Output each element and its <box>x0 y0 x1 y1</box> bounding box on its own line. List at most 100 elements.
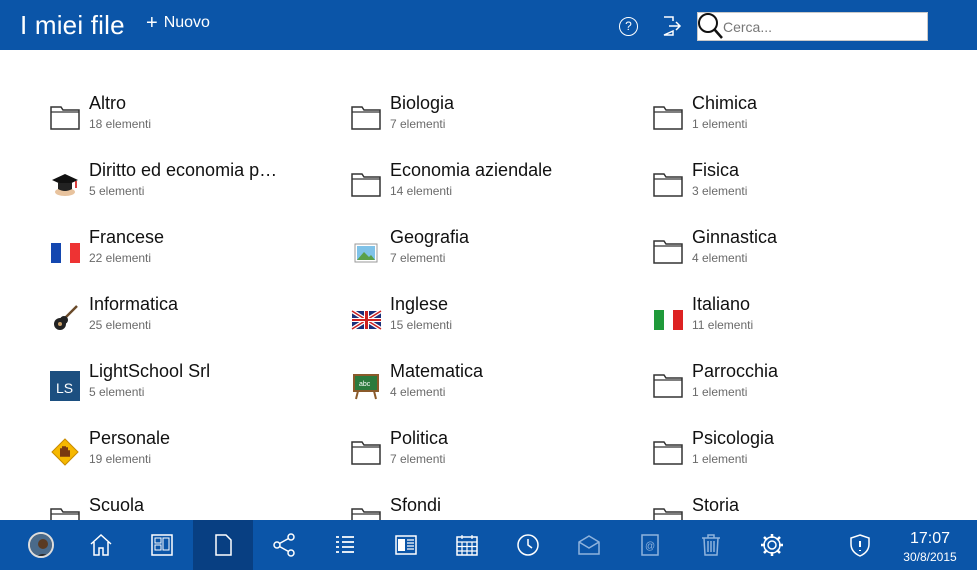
folder-name: Parrocchia <box>692 361 779 381</box>
folder-count: 25 elementi <box>89 318 152 332</box>
folder-item[interactable]: Scuola <box>49 495 339 520</box>
folder-name: Fisica <box>692 160 740 180</box>
folder-item[interactable]: Biologia 7 elementi <box>350 93 640 153</box>
folder-name: Economia aziendale <box>390 160 553 180</box>
folder-icon <box>652 436 684 468</box>
folder-count: 11 elementi <box>692 318 754 332</box>
page-title: I miei file <box>20 10 125 40</box>
list-icon[interactable] <box>315 520 375 570</box>
folder-name: Italiano <box>692 294 751 314</box>
folder-icon <box>350 168 382 200</box>
folder-icon <box>49 101 81 133</box>
avatar[interactable] <box>28 532 54 558</box>
new-button-label: Nuovo <box>163 14 210 31</box>
help-icon[interactable]: ? <box>619 17 638 36</box>
folder-item[interactable]: Ginnastica 4 elementi <box>652 227 942 287</box>
svg-text:LS: LS <box>56 380 73 396</box>
folder-icon <box>49 503 81 520</box>
folder-item[interactable]: abc Matematica 4 elementi <box>350 361 640 421</box>
folder-icon <box>652 369 684 401</box>
folder-item[interactable]: Parrocchia 1 elementi <box>652 361 942 421</box>
taskbar-clock: 17:07 30/8/2015 <box>898 530 962 564</box>
search-input[interactable] <box>723 17 923 37</box>
folder-icon <box>652 235 684 267</box>
folder-name: Diritto ed economia p… <box>89 160 278 180</box>
folder-icon <box>350 503 382 520</box>
folder-name: LightSchool Srl <box>89 361 211 381</box>
folder-item[interactable]: Italiano 11 elementi <box>652 294 942 354</box>
mail-icon[interactable] <box>559 520 619 570</box>
folder-item[interactable]: Diritto ed economia p… 5 elementi <box>49 160 339 220</box>
gear-icon[interactable] <box>742 520 802 570</box>
folder-item[interactable]: LS LightSchool Srl 5 elementi <box>49 361 339 421</box>
top-bar: I miei file + Nuovo ? <box>0 0 977 50</box>
folder-name: Altro <box>89 93 127 113</box>
clock-date: 30/8/2015 <box>903 550 957 564</box>
reader-icon[interactable] <box>376 520 436 570</box>
folder-item[interactable]: Personale 19 elementi <box>49 428 339 488</box>
new-button[interactable]: + Nuovo <box>146 12 210 34</box>
picture-icon <box>350 235 382 267</box>
svg-text:abc: abc <box>359 381 371 388</box>
shield-icon[interactable] <box>830 520 890 570</box>
home-icon[interactable] <box>71 520 131 570</box>
folder-icon <box>652 101 684 133</box>
folder-count: 22 elementi <box>89 251 152 265</box>
trash-icon[interactable] <box>681 520 741 570</box>
clock-time: 17:07 <box>909 530 951 547</box>
folder-item[interactable]: Fisica 3 elementi <box>652 160 942 220</box>
folder-name: Biologia <box>390 93 455 113</box>
uk-flag-icon <box>350 302 383 334</box>
folder-item[interactable]: Chimica 1 elementi <box>652 93 942 153</box>
folder-count: 15 elementi <box>390 318 453 332</box>
folder-count: 19 elementi <box>89 452 152 466</box>
stop-hand-sign-icon <box>49 436 81 468</box>
share-icon[interactable] <box>254 520 314 570</box>
folder-count: 7 elementi <box>390 251 446 265</box>
folder-icon <box>652 503 684 520</box>
folder-item[interactable]: Storia <box>652 495 942 520</box>
svg-text:@: @ <box>645 541 655 552</box>
folder-item[interactable]: Informatica 25 elementi <box>49 294 339 354</box>
folder-count: 4 elementi <box>692 251 748 265</box>
folder-count: 5 elementi <box>89 184 145 198</box>
folder-item[interactable]: Francese 22 elementi <box>49 227 339 287</box>
logout-icon[interactable] <box>660 15 682 42</box>
folder-item[interactable]: Geografia 7 elementi <box>350 227 640 287</box>
chalkboard-icon: abc <box>350 369 382 401</box>
graduation-cap-icon <box>49 168 81 200</box>
folder-icon <box>350 101 382 133</box>
folder-name: Personale <box>89 428 171 448</box>
folder-item[interactable]: Inglese 15 elementi <box>350 294 640 354</box>
calendar-icon[interactable] <box>437 520 497 570</box>
folder-name: Politica <box>390 428 449 448</box>
folder-count: 14 elementi <box>390 184 453 198</box>
italian-flag-icon <box>652 302 684 334</box>
taskbar: 17:07 30/8/2015 @ <box>0 520 977 570</box>
folder-name: Ginnastica <box>692 227 778 247</box>
contacts-icon[interactable]: @ <box>620 520 680 570</box>
search-icon <box>698 13 723 39</box>
file-icon[interactable] <box>193 520 253 570</box>
folder-count: 7 elementi <box>390 117 446 131</box>
folder-name: Francese <box>89 227 165 247</box>
dashboard-icon[interactable] <box>132 520 192 570</box>
folder-name: Storia <box>692 495 740 515</box>
folder-name: Sfondi <box>390 495 442 515</box>
folder-count: 7 elementi <box>390 452 446 466</box>
search-box[interactable] <box>697 12 928 41</box>
plus-icon: + <box>146 12 158 34</box>
folder-name: Geografia <box>390 227 470 247</box>
french-flag-icon <box>49 235 81 267</box>
folder-item[interactable]: Sfondi <box>350 495 640 520</box>
clock-icon[interactable] <box>498 520 558 570</box>
folder-count: 1 elementi <box>692 385 748 399</box>
folder-count: 3 elementi <box>692 184 748 198</box>
lightschool-logo-icon: LS <box>49 369 81 401</box>
folder-item[interactable]: Politica 7 elementi <box>350 428 640 488</box>
folder-item[interactable]: Economia aziendale 14 elementi <box>350 160 640 220</box>
folder-name: Inglese <box>390 294 449 314</box>
folder-item[interactable]: Psicologia 1 elementi <box>652 428 942 488</box>
folder-item[interactable]: Altro 18 elementi <box>49 93 339 153</box>
folder-count: 1 elementi <box>692 117 748 131</box>
